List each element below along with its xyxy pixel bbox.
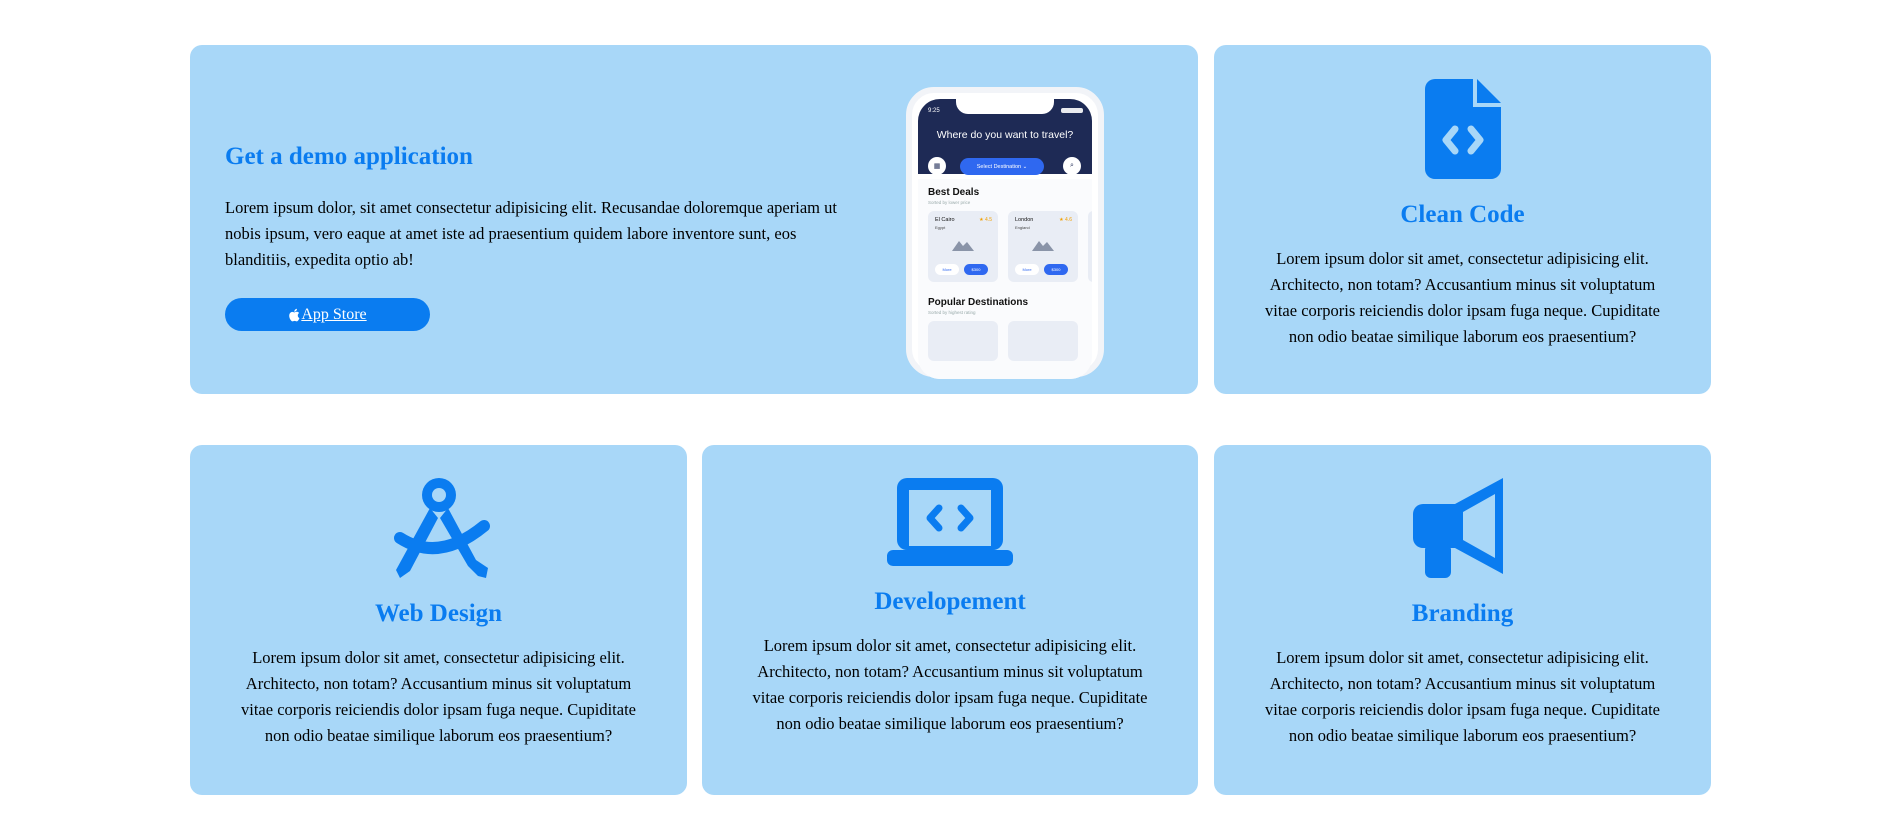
image-placeholder-icon	[952, 241, 974, 251]
filter-icon: ▦	[928, 157, 946, 175]
phone-mockup: 9:25 Where do you want to travel? ▦ Sele…	[906, 87, 1104, 379]
search-icon: ⌕	[1063, 157, 1081, 175]
demo-title: Get a demo application	[225, 143, 473, 170]
deal-price: $300	[964, 264, 988, 275]
deal-city: London	[1015, 217, 1034, 223]
demo-text: Lorem ipsum dolor, sit amet consectetur …	[225, 198, 837, 269]
app-store-label: App Store	[301, 305, 367, 323]
deal-country: Egypt	[935, 225, 946, 230]
laptop-code-icon	[887, 478, 1013, 566]
web-design-text: Lorem ipsum dolor sit amet, consectetur …	[241, 648, 636, 745]
phone-deal-card: El Cairo Egypt ★ 4.5 More $300	[928, 211, 998, 282]
file-code-icon	[1424, 79, 1501, 179]
deal-more: More	[935, 264, 959, 275]
development-title: Developement	[874, 588, 1026, 615]
clean-code-title: Clean Code	[1400, 201, 1525, 228]
clean-code-card: Clean Code Lorem ipsum dolor sit amet, c…	[1214, 45, 1711, 394]
branding-card: Branding Lorem ipsum dolor sit amet, con…	[1214, 445, 1711, 795]
deal-more: More	[1015, 264, 1039, 275]
phone-time: 9:25	[928, 108, 940, 114]
app-store-button[interactable]: App Store	[225, 298, 430, 331]
deal-price: $300	[1044, 264, 1068, 275]
compass-drafting-icon	[393, 478, 490, 578]
phone-best-deals: Best Deals	[928, 187, 980, 198]
demo-card: Get a demo application Lorem ipsum dolor…	[190, 45, 1198, 394]
clean-code-text: Lorem ipsum dolor sit amet, consectetur …	[1265, 249, 1660, 346]
branding-text: Lorem ipsum dolor sit amet, consectetur …	[1265, 648, 1660, 745]
phone-best-deals-sub: Sorted by lower price	[928, 200, 971, 205]
development-text: Lorem ipsum dolor sit amet, consectetur …	[752, 636, 1148, 733]
deal-city: El Cairo	[935, 217, 955, 223]
apple-icon	[289, 308, 300, 321]
web-design-card: Web Design Lorem ipsum dolor sit amet, c…	[190, 445, 687, 795]
deal-country: England	[1015, 225, 1030, 230]
bullhorn-icon	[1412, 478, 1503, 578]
deal-rating: ★ 4.5	[979, 217, 992, 223]
deal-rating: ★ 4.6	[1059, 217, 1072, 223]
phone-deal-card: London England ★ 4.6 More $300	[1008, 211, 1078, 282]
phone-select-destination: Select Destination ⌄	[960, 158, 1044, 175]
phone-question: Where do you want to travel?	[936, 129, 1074, 141]
phone-popular-card	[1008, 321, 1078, 361]
phone-deal-card	[1088, 211, 1092, 282]
phone-status-icons	[1061, 108, 1083, 113]
development-card: Developement Lorem ipsum dolor sit amet,…	[702, 445, 1198, 795]
phone-select-label: Select Destination	[976, 163, 1022, 170]
phone-popular-sub: Sorted by highest rating	[928, 310, 976, 315]
web-design-title: Web Design	[374, 600, 503, 627]
image-placeholder-icon	[1032, 241, 1054, 251]
branding-title: Branding	[1411, 600, 1514, 627]
phone-popular-card	[928, 321, 998, 361]
phone-popular: Popular Destinations	[928, 297, 1029, 308]
